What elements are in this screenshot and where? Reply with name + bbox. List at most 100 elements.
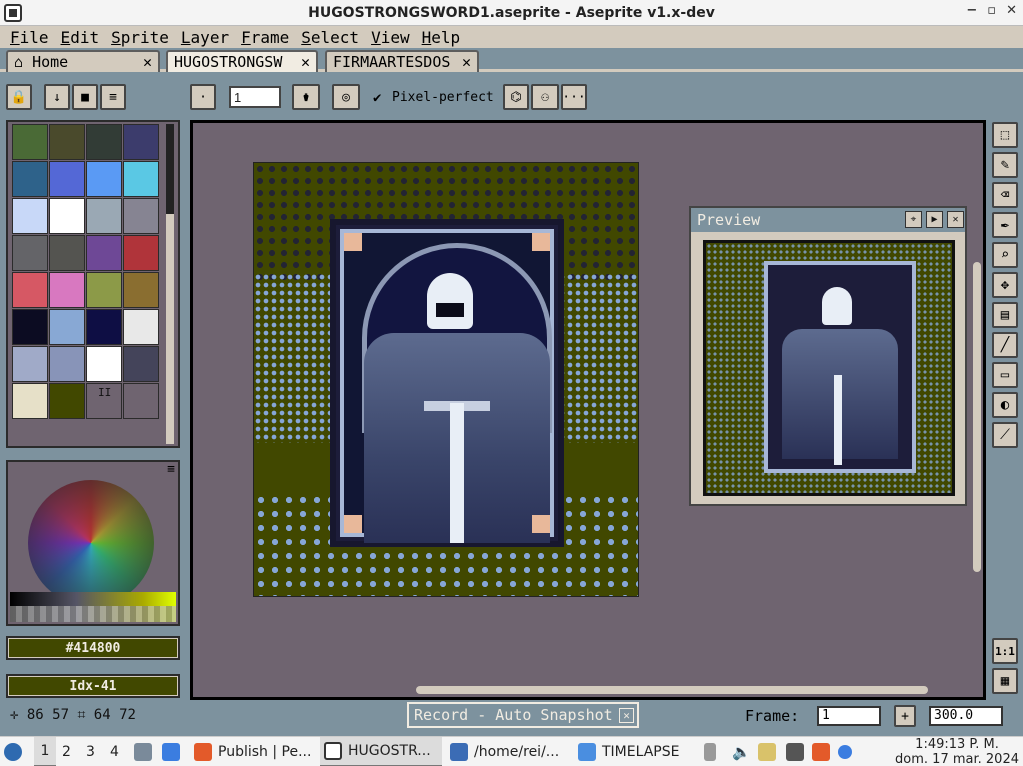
opacity-icon[interactable]: ◎	[332, 84, 360, 110]
preview-close-button[interactable]: ✕	[947, 211, 964, 228]
preview-center-button[interactable]: ⌖	[905, 211, 922, 228]
system-clock[interactable]: 1:49:13 P. M. dom. 17 mar. 2024	[895, 737, 1019, 766]
taskbar-window-timelapse[interactable]: TIMELAPSE	[578, 737, 688, 766]
palette-swatch[interactable]	[12, 346, 48, 382]
eyedropper-tool-icon[interactable]: ✒	[992, 212, 1018, 238]
palette-swatch[interactable]	[12, 383, 48, 419]
timeline-toggle-button[interactable]: ▦	[992, 668, 1018, 694]
clipboard-icon[interactable]	[758, 737, 782, 766]
palette-resize-handle[interactable]: II	[98, 386, 111, 399]
palette-swatch[interactable]	[12, 161, 48, 197]
pixel-perfect-checkbox[interactable]: ✔	[373, 90, 381, 106]
menu-select[interactable]: Select	[297, 28, 363, 47]
menu-view[interactable]: View	[367, 28, 414, 47]
workspace-1[interactable]: 1	[34, 737, 56, 766]
palette-swatch[interactable]	[123, 235, 159, 271]
tab-firmaartesdos-close-button[interactable]: ✕	[456, 53, 471, 71]
color-menu-icon[interactable]: ≡	[167, 462, 175, 477]
frame-input[interactable]: 1	[817, 706, 881, 726]
rectangle-tool-icon[interactable]: ▭	[992, 362, 1018, 388]
tab-firmaartesdos[interactable]: FIRMAARTESDOS ✕	[325, 50, 479, 72]
menu-frame[interactable]: Frame	[237, 28, 293, 47]
move-tool-icon[interactable]: ✥	[992, 272, 1018, 298]
tab-hugostrongsword[interactable]: HUGOSTRONGSW ✕	[166, 50, 318, 72]
battery-icon[interactable]	[704, 737, 722, 766]
menu-file[interactable]: File	[6, 28, 53, 47]
palette-swatch[interactable]	[123, 272, 159, 308]
palette-swatch[interactable]	[49, 235, 85, 271]
palette-swatch[interactable]	[86, 235, 122, 271]
zoom-tool-icon[interactable]: ⌕	[992, 242, 1018, 268]
taskbar-window-editor[interactable]: /home/rei/...	[450, 737, 572, 766]
notification-icon[interactable]	[838, 737, 858, 766]
zoom-reset-button[interactable]: 1:1	[992, 638, 1018, 664]
preview-play-button[interactable]: ▶	[926, 211, 943, 228]
brush-tool-icon[interactable]: ⟋	[992, 422, 1018, 448]
add-frame-button[interactable]: +	[894, 705, 916, 727]
file-manager-launcher-icon[interactable]	[134, 737, 158, 766]
menu-help[interactable]: Help	[418, 28, 465, 47]
menu-edit[interactable]: Edit	[57, 28, 104, 47]
palette-swatch[interactable]	[86, 124, 122, 160]
gradient-tool-icon[interactable]: ▤	[992, 302, 1018, 328]
maximize-button[interactable]: ▫	[987, 3, 996, 18]
brush-size-input[interactable]	[229, 86, 281, 108]
start-menu-icon[interactable]	[4, 737, 28, 766]
palette-swatch[interactable]	[86, 198, 122, 234]
brave-tray-icon[interactable]	[812, 737, 836, 766]
palette-swatch[interactable]	[49, 198, 85, 234]
workspace-4[interactable]: 4	[110, 737, 124, 766]
palette-swatch[interactable]	[86, 346, 122, 382]
palette-swatch[interactable]	[123, 124, 159, 160]
palette-swatch[interactable]	[123, 198, 159, 234]
taskbar-window-publish[interactable]: Publish | Pe...	[194, 737, 314, 766]
palette-swatch[interactable]	[12, 198, 48, 234]
palette-swatch[interactable]	[49, 346, 85, 382]
line-tool-icon[interactable]: ╱	[992, 332, 1018, 358]
canvas-horizontal-scrollbar[interactable]	[416, 686, 928, 694]
pencil-tool-icon[interactable]: ✎	[992, 152, 1018, 178]
color-index-field[interactable]: Idx-41	[6, 674, 180, 698]
palette-swatch[interactable]	[86, 272, 122, 308]
arrow-down-icon[interactable]: ↓	[44, 84, 70, 110]
palette-scrollbar[interactable]	[166, 124, 174, 444]
palette-swatch[interactable]	[49, 383, 85, 419]
palette-swatch[interactable]	[12, 235, 48, 271]
palette-swatch[interactable]	[12, 309, 48, 345]
zoom-input[interactable]: 300.0	[929, 706, 1003, 726]
preview-title-bar[interactable]: Preview	[691, 208, 965, 232]
color-shade-bar[interactable]	[10, 592, 176, 622]
palette-swatch[interactable]	[12, 272, 48, 308]
palette-swatch[interactable]	[123, 161, 159, 197]
palette-mode-icon[interactable]: ■	[72, 84, 98, 110]
palette-swatch[interactable]	[86, 309, 122, 345]
color-wheel[interactable]	[28, 480, 154, 606]
display-icon[interactable]	[786, 737, 810, 766]
tab-home[interactable]: ⌂ Home ✕	[6, 50, 160, 72]
menu-layer[interactable]: Layer	[177, 28, 233, 47]
show-desktop-icon[interactable]	[162, 737, 186, 766]
symmetry-icon[interactable]: ⌬	[503, 84, 529, 110]
palette-swatch[interactable]	[49, 309, 85, 345]
tab-home-close-button[interactable]: ✕	[137, 53, 152, 71]
palette-swatch[interactable]	[12, 124, 48, 160]
ink-icon[interactable]: ⚱	[292, 84, 320, 110]
brush-type-button[interactable]: ·	[190, 84, 216, 110]
eraser-tool-icon[interactable]: ⌫	[992, 182, 1018, 208]
tab-hugostrongsword-close-button[interactable]: ✕	[295, 53, 310, 71]
palette-swatch[interactable]	[123, 346, 159, 382]
palette-swatch[interactable]	[123, 383, 159, 419]
palette-options-icon[interactable]: ≡	[100, 84, 126, 110]
palette-swatch[interactable]	[49, 161, 85, 197]
sprite-canvas[interactable]	[253, 162, 639, 597]
workspace-2[interactable]: 2	[62, 737, 76, 766]
palette-swatch[interactable]	[123, 309, 159, 345]
record-close-button[interactable]: ✕	[619, 708, 634, 723]
marquee-tool-icon[interactable]: ⬚	[992, 122, 1018, 148]
lock-icon[interactable]: 🔒	[6, 84, 32, 110]
dynamics-icon[interactable]: ⚇	[531, 84, 559, 110]
taskbar-window-aseprite[interactable]: HUGOSTR...	[320, 737, 442, 766]
volume-icon[interactable]: 🔈	[732, 737, 751, 766]
workspace-3[interactable]: 3	[86, 737, 100, 766]
minimize-button[interactable]: −	[966, 3, 977, 18]
